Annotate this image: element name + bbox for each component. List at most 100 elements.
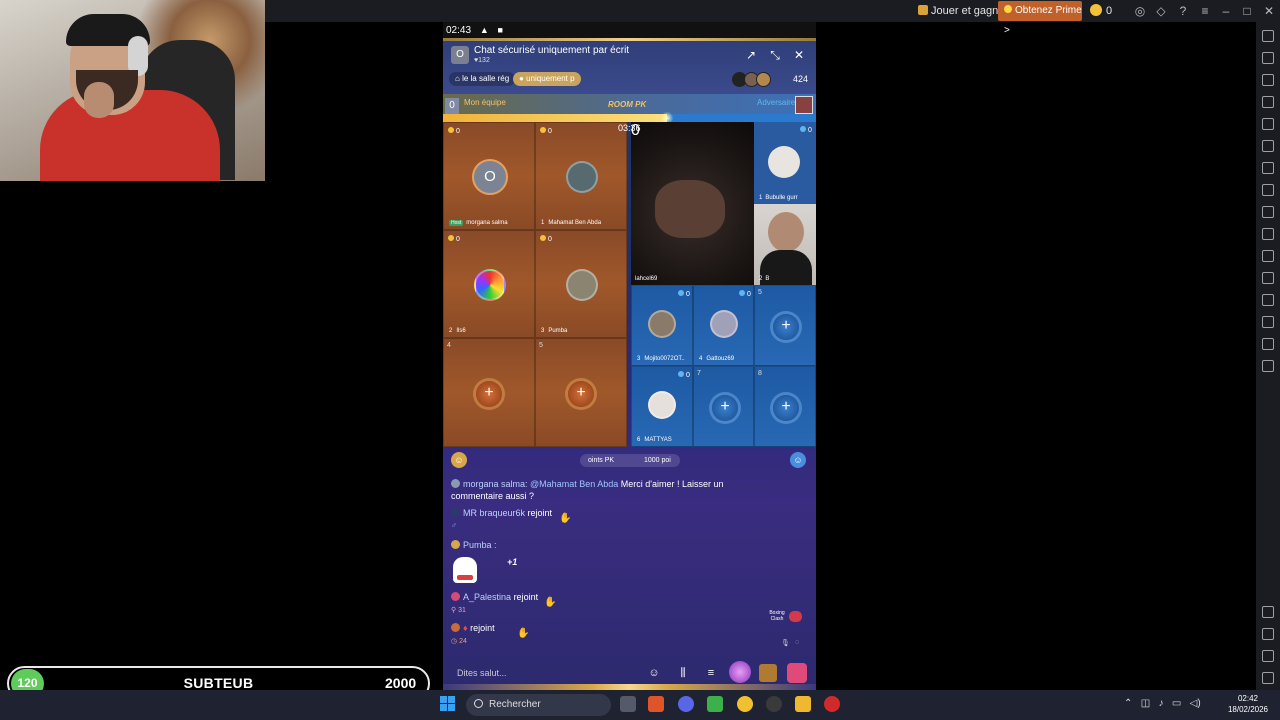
menu-icon[interactable]: ≡ — [703, 665, 719, 681]
sync-icon[interactable] — [1262, 140, 1274, 152]
room-title[interactable]: Chat sécurisé uniquement par écrit — [474, 45, 629, 56]
opponent-gift-icon[interactable]: ☺ — [790, 452, 806, 468]
seat-name: 3 Mojito0072OT.. — [637, 356, 685, 362]
add-seat-icon[interactable]: + — [568, 381, 594, 407]
my-team-gift-icon[interactable]: ☺ — [451, 452, 467, 468]
add-seat-icon[interactable]: + — [476, 381, 502, 407]
location-icon[interactable] — [1262, 316, 1274, 328]
opponent-label: Adversaire — [757, 98, 796, 107]
taskbar-search[interactable]: Rechercher — [466, 694, 611, 716]
mic-icon[interactable]: ♪ — [1159, 698, 1164, 709]
mic-icon[interactable]: 🎙 — [781, 639, 790, 647]
gift-icon[interactable] — [787, 663, 807, 683]
airplane-icon[interactable] — [1262, 272, 1274, 284]
seat-host[interactable]: 0 O Host morgana salma — [443, 122, 535, 230]
opponent-seat-2-video[interactable]: 2B — [754, 204, 816, 285]
viewer-count[interactable]: 424 — [793, 74, 808, 84]
seat-2[interactable]: 0 2 Ils6 — [443, 230, 535, 338]
game-icon[interactable] — [729, 661, 751, 683]
avatar — [648, 310, 676, 338]
avatar — [710, 310, 738, 338]
emoji-icon[interactable]: ☺ — [646, 665, 662, 681]
account-icon[interactable]: ◎ — [1133, 4, 1147, 18]
app-icon[interactable] — [707, 696, 723, 712]
opponent-seat-3[interactable]: 0 3 Mojito0072OT.. — [631, 285, 693, 366]
minimize-room-icon[interactable]: ⤡ — [768, 48, 782, 62]
boxing-clash-badge[interactable]: Boxing Clash — [767, 610, 802, 622]
seat-5-empty[interactable]: 5 + — [535, 338, 627, 447]
macro-icon[interactable] — [1262, 360, 1274, 372]
add-seat-icon[interactable]: + — [773, 314, 799, 340]
opponent-seat-4[interactable]: 0 4 Gattouz69 — [693, 285, 754, 366]
keyboard-icon[interactable] — [1262, 74, 1274, 86]
menu-icon[interactable]: ≡ — [1198, 4, 1212, 18]
room-avatar[interactable]: O — [451, 46, 469, 64]
eco-icon[interactable] — [1262, 294, 1274, 306]
close-room-icon[interactable]: ✕ — [792, 48, 806, 62]
add-seat-icon[interactable]: + — [712, 395, 738, 421]
close-icon[interactable]: ✕ — [1262, 4, 1276, 18]
settings-icon[interactable] — [1262, 606, 1274, 618]
opponent-seat-8-empty[interactable]: 8 + — [754, 366, 816, 447]
wave-icon[interactable]: ✋ — [559, 513, 571, 524]
recent-apps-icon[interactable] — [1262, 672, 1274, 684]
help-icon[interactable]: ? — [1176, 4, 1190, 18]
opponent-avatar[interactable] — [795, 96, 813, 114]
opponent-seat-1[interactable]: 0 1 Bubulle gurr — [754, 122, 816, 204]
system-tray[interactable]: ⌃ ◫ ♪ ▭ ◁) — [1124, 698, 1201, 709]
taskbar-clock[interactable]: 02:42 18/02/2026 — [1222, 693, 1274, 715]
seat-3[interactable]: 0 3 Pumba — [535, 230, 627, 338]
share-icon[interactable]: ↗ — [744, 48, 758, 62]
viewer-avatars[interactable] — [732, 72, 771, 92]
coin-balance[interactable]: 0 — [1090, 3, 1112, 19]
layers-icon[interactable] — [1262, 338, 1274, 350]
seat-1[interactable]: 0 1 Mahamat Ben Abda — [535, 122, 627, 230]
chat-input[interactable] — [449, 662, 639, 684]
discord-icon[interactable] — [678, 696, 694, 712]
obs-icon[interactable] — [766, 696, 782, 712]
seat-score: 0 — [678, 290, 690, 298]
seat-4-empty[interactable]: 4 + — [443, 338, 535, 447]
media-player-icon[interactable] — [824, 696, 840, 712]
brave-browser-icon[interactable] — [648, 696, 664, 712]
audio-icon[interactable]: ⫼ — [675, 665, 691, 681]
opponent-seat-7-empty[interactable]: 7 + — [693, 366, 754, 447]
performance-icon[interactable] — [1262, 184, 1274, 196]
opponent-seat-5-empty[interactable]: 5 + — [754, 285, 816, 366]
add-seat-icon[interactable]: + — [773, 395, 799, 421]
pk-points-strip: ☺ oints PK 1000 poi ☺ — [443, 447, 816, 472]
volume-icon[interactable]: ◁) — [1190, 698, 1201, 709]
multi-instance-icon[interactable] — [1262, 162, 1274, 174]
pk-points-pill[interactable]: oints PK 1000 poi — [580, 454, 680, 467]
opponent-host-video[interactable]: 0 lahcel69 — [631, 122, 754, 285]
play-and-earn-button[interactable]: Jouer et gagner — [918, 3, 1008, 19]
display-icon[interactable]: ▭ — [1172, 698, 1181, 709]
home-icon[interactable] — [1262, 650, 1274, 662]
task-view-icon[interactable] — [620, 696, 636, 712]
get-prime-button[interactable]: Obtenez Prime > — [998, 1, 1082, 36]
start-button[interactable] — [440, 696, 456, 712]
notification-icon[interactable]: ◇ — [1154, 4, 1168, 18]
volume-icon[interactable] — [1262, 52, 1274, 64]
opponent-seat-6[interactable]: 0 6 MATTYAS — [631, 366, 693, 447]
room-chip[interactable]: ⌂ le la salle rég — [449, 72, 516, 86]
box-icon[interactable] — [759, 664, 777, 682]
fullscreen-icon[interactable] — [1262, 30, 1274, 42]
file-explorer-icon[interactable] — [795, 696, 811, 712]
emulator-icon[interactable] — [737, 696, 753, 712]
media-folder-icon[interactable] — [1262, 250, 1274, 262]
network-icon[interactable]: ◫ — [1141, 698, 1150, 709]
rotate-icon[interactable] — [1262, 118, 1274, 130]
wave-icon[interactable]: ✋ — [517, 628, 529, 639]
wave-icon[interactable]: ✋ — [544, 597, 556, 608]
record-icon[interactable] — [1262, 228, 1274, 240]
seat-number: 7 — [697, 370, 701, 377]
screenshot-icon[interactable] — [1262, 206, 1274, 218]
minimize-icon[interactable]: – — [1219, 4, 1233, 18]
chevron-up-icon[interactable]: ⌃ — [1124, 698, 1132, 709]
maximize-icon[interactable]: □ — [1240, 4, 1254, 18]
seat-name: lahcel69 — [635, 276, 658, 282]
private-chip[interactable]: ● uniquement p — [513, 72, 581, 86]
gamepad-icon[interactable] — [1262, 96, 1274, 108]
back-icon[interactable] — [1262, 628, 1274, 640]
